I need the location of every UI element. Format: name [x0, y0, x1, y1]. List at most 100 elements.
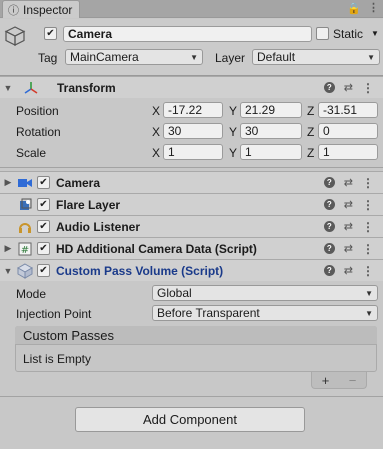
mode-label: Mode	[16, 287, 47, 301]
context-menu-icon[interactable]: ⋮	[362, 81, 374, 95]
help-icon[interactable]: ?	[323, 265, 335, 276]
transform-title: Transform	[57, 80, 116, 95]
lock-icon[interactable]: 🔒	[347, 2, 361, 15]
gameobject-header: ✔ Camera Static ▼ Tag MainCamera ▼ Layer…	[0, 19, 383, 76]
inspector-tab-bar: ⓘ Inspector 🔒 ⋮	[0, 0, 383, 18]
layer-value: Default	[257, 50, 296, 64]
position-z-field[interactable]: -31.51	[318, 102, 378, 118]
mode-dropdown[interactable]: Global ▼	[152, 285, 378, 301]
component-audio-listener[interactable]: ✔ Audio Listener ? ⇄ ⋮	[0, 215, 383, 237]
divider	[0, 396, 383, 397]
component-custom-pass-volume[interactable]: ▼ ✔ Custom Pass Volume (Script) ? ⇄ ⋮	[0, 259, 383, 281]
mode-value: Global	[157, 286, 192, 300]
object-name-field[interactable]: Camera	[63, 26, 312, 42]
context-menu-icon[interactable]: ⋮	[362, 242, 374, 256]
preset-icon[interactable]: ⇄	[344, 220, 353, 233]
scale-z-label[interactable]: Z	[307, 146, 314, 160]
rotation-y-label[interactable]: Y	[229, 125, 237, 139]
chevron-down-icon: ▼	[190, 52, 198, 62]
context-menu-icon[interactable]: ⋮	[362, 264, 374, 278]
rotation-z-field[interactable]: 0	[318, 123, 378, 139]
inspector-tab[interactable]: ⓘ Inspector	[2, 0, 80, 18]
component-camera[interactable]: ▶ ✔ Camera ? ⇄ ⋮	[0, 171, 383, 193]
list-empty-text: List is Empty	[23, 352, 92, 366]
position-x-field[interactable]: -17.22	[163, 102, 223, 118]
chevron-down-icon: ▼	[367, 52, 375, 62]
camera-enabled-checkbox[interactable]: ✔	[37, 176, 50, 189]
custom-pass-volume-icon	[16, 262, 34, 279]
preset-icon[interactable]: ⇄	[344, 264, 353, 277]
scale-label: Scale	[16, 146, 47, 160]
context-menu-icon[interactable]: ⋮	[362, 176, 374, 190]
custom-pass-volume-enabled-checkbox[interactable]: ✔	[37, 264, 50, 277]
scale-x-label[interactable]: X	[152, 146, 160, 160]
custom-passes-title: Custom Passes	[23, 327, 115, 343]
rotation-x-label[interactable]: X	[152, 125, 160, 139]
audio-listener-enabled-checkbox[interactable]: ✔	[37, 220, 50, 233]
list-footer: + −	[311, 372, 367, 389]
divider	[0, 167, 383, 168]
static-dropdown-caret-icon[interactable]: ▼	[371, 29, 379, 38]
foldout-expanded-icon[interactable]: ▼	[2, 266, 14, 276]
script-icon: #	[16, 241, 34, 257]
context-menu-icon[interactable]: ⋮	[362, 198, 374, 212]
injection-point-value: Before Transparent	[157, 306, 260, 320]
injection-point-label: Injection Point	[16, 307, 92, 321]
tag-label: Tag	[38, 51, 58, 65]
position-x-label[interactable]: X	[152, 104, 160, 118]
active-checkbox[interactable]: ✔	[44, 27, 57, 40]
scale-x-field[interactable]: 1	[163, 144, 223, 160]
flare-layer-icon	[16, 197, 34, 213]
help-icon[interactable]: ?	[323, 82, 335, 93]
audio-listener-icon	[16, 219, 34, 235]
preset-icon[interactable]: ⇄	[344, 198, 353, 211]
rotation-y-field[interactable]: 30	[240, 123, 302, 139]
position-label: Position	[16, 104, 59, 118]
inspector-tab-label: Inspector	[23, 2, 73, 17]
scale-y-field[interactable]: 1	[240, 144, 302, 160]
flare-layer-enabled-checkbox[interactable]: ✔	[37, 198, 50, 211]
transform-header[interactable]: ▼ Transform ? ⇄ ⋮	[0, 76, 383, 98]
component-title: Flare Layer	[56, 197, 121, 212]
position-y-label[interactable]: Y	[229, 104, 237, 118]
help-icon[interactable]: ?	[323, 199, 335, 210]
tag-value: MainCamera	[70, 50, 139, 64]
foldout-expanded-icon[interactable]: ▼	[2, 83, 14, 93]
component-title: Custom Pass Volume (Script)	[56, 263, 224, 278]
preset-icon[interactable]: ⇄	[344, 176, 353, 189]
kebab-icon[interactable]: ⋮	[368, 1, 379, 14]
help-icon[interactable]: ?	[323, 243, 335, 254]
component-title: HD Additional Camera Data (Script)	[56, 241, 257, 256]
component-title: Camera	[56, 175, 101, 190]
layer-label: Layer	[215, 51, 246, 65]
scale-z-field[interactable]: 1	[318, 144, 378, 160]
preset-icon[interactable]: ⇄	[344, 242, 353, 255]
add-component-button[interactable]: Add Component	[75, 407, 305, 432]
hd-camera-data-enabled-checkbox[interactable]: ✔	[37, 242, 50, 255]
foldout-collapsed-icon[interactable]: ▶	[2, 243, 14, 254]
tag-dropdown[interactable]: MainCamera ▼	[65, 49, 203, 65]
help-icon[interactable]: ?	[323, 177, 335, 188]
chevron-down-icon: ▼	[365, 288, 373, 298]
preset-icon[interactable]: ⇄	[344, 81, 353, 94]
layer-dropdown[interactable]: Default ▼	[252, 49, 380, 65]
rotation-x-field[interactable]: 30	[163, 123, 223, 139]
injection-point-dropdown[interactable]: Before Transparent ▼	[152, 305, 378, 321]
static-label: Static	[333, 27, 364, 41]
remove-pass-button[interactable]: −	[349, 373, 357, 388]
position-y-field[interactable]: 21.29	[240, 102, 302, 118]
static-checkbox[interactable]	[316, 27, 329, 40]
context-menu-icon[interactable]: ⋮	[362, 220, 374, 234]
position-z-label[interactable]: Z	[307, 104, 314, 118]
component-flare-layer[interactable]: ✔ Flare Layer ? ⇄ ⋮	[0, 193, 383, 215]
gameobject-cube-icon	[4, 26, 26, 46]
component-hd-additional-camera-data[interactable]: ▶ # ✔ HD Additional Camera Data (Script)…	[0, 237, 383, 259]
rotation-z-label[interactable]: Z	[307, 125, 314, 139]
rotation-label: Rotation	[16, 125, 61, 139]
foldout-collapsed-icon[interactable]: ▶	[2, 177, 14, 188]
svg-text:#: #	[21, 245, 29, 256]
scale-y-label[interactable]: Y	[229, 146, 237, 160]
transform-icon	[22, 80, 40, 96]
help-icon[interactable]: ?	[323, 221, 335, 232]
add-pass-button[interactable]: +	[322, 373, 330, 388]
